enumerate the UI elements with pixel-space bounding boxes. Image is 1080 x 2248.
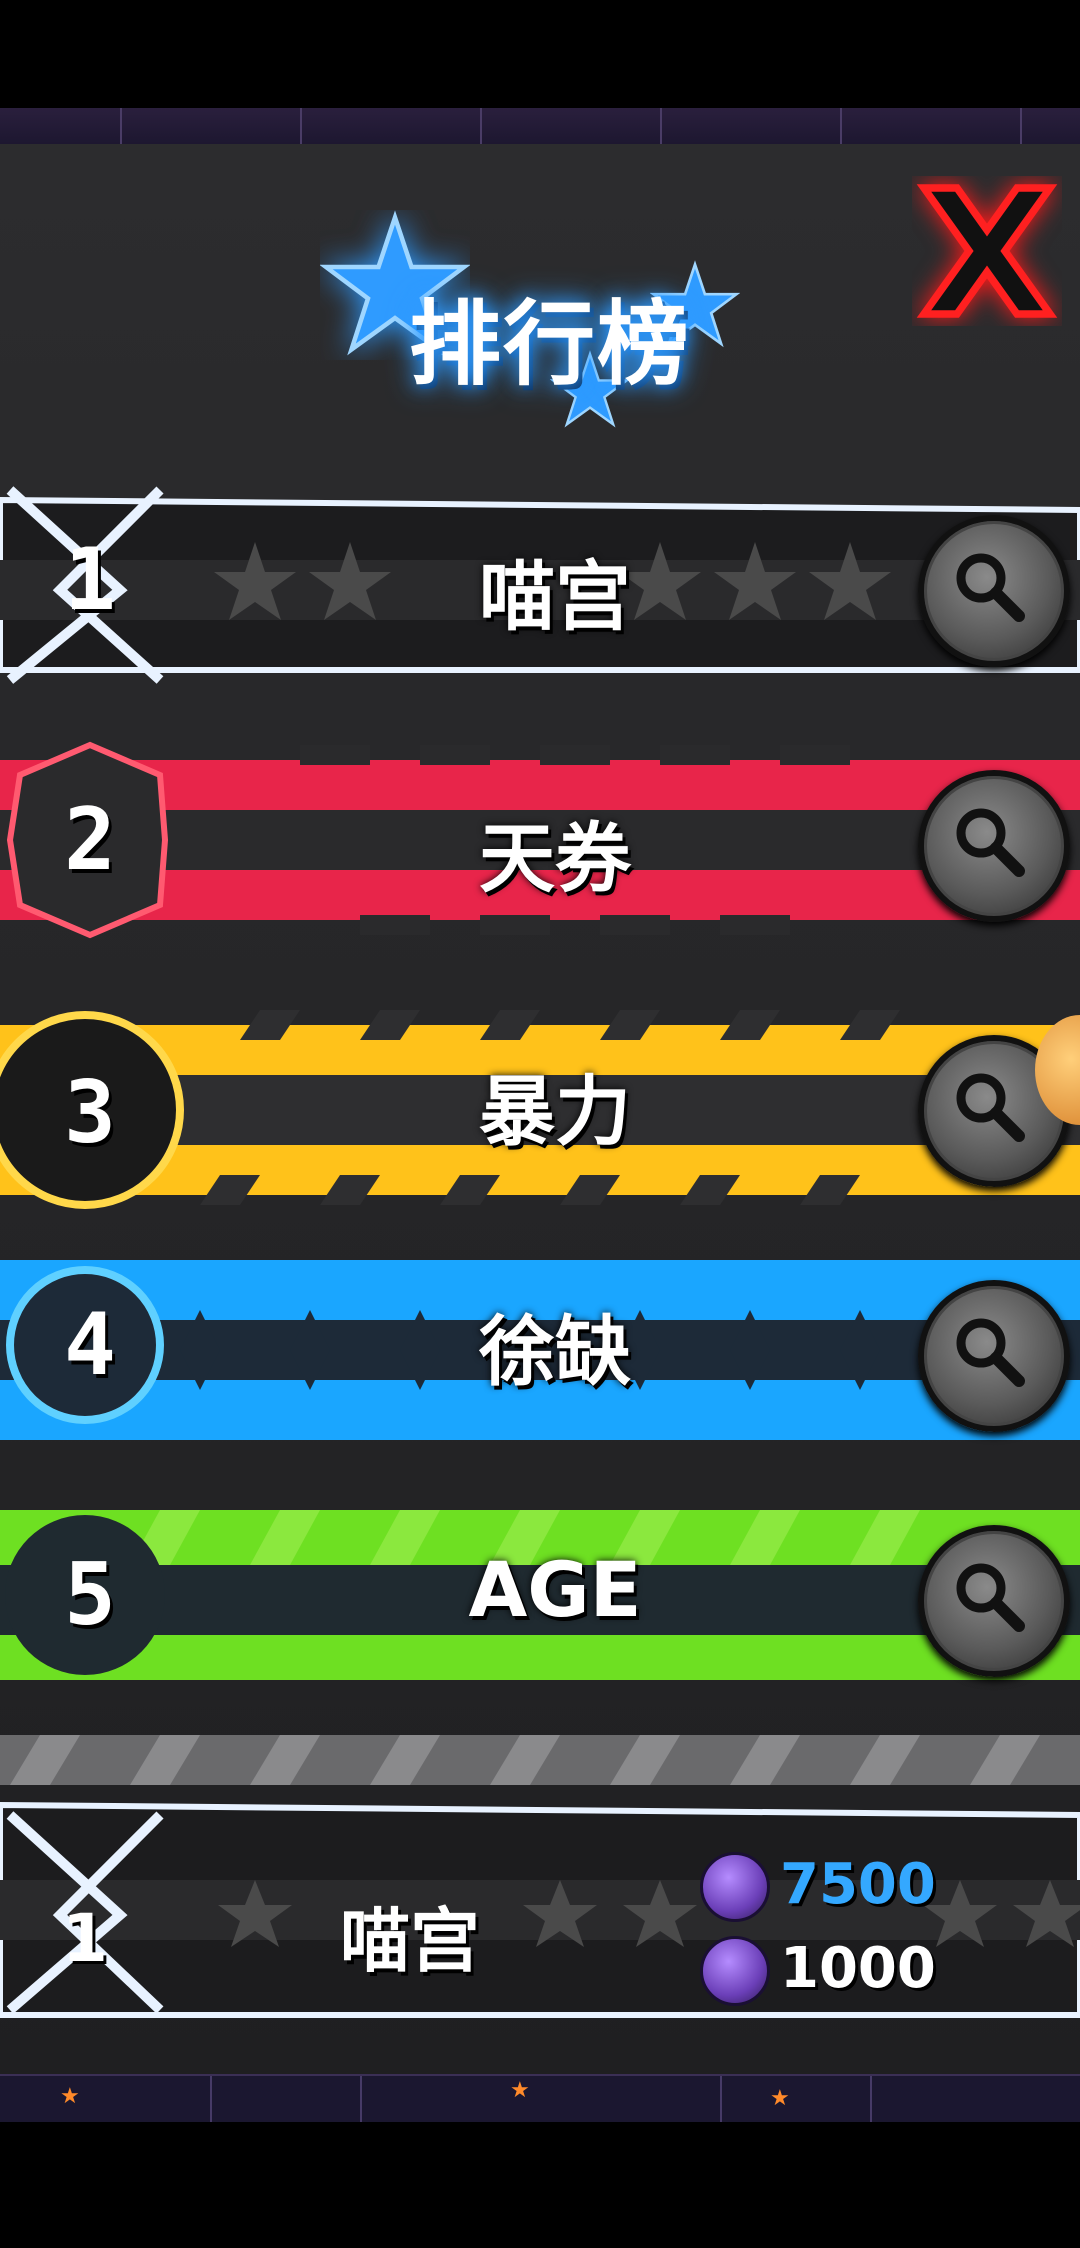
leaderboard-screen: 排行榜 1 喵宫 2 天券 3 暴力 4 徐缺 5 AGE 1 喵宫 7500 … bbox=[0, 0, 1080, 2248]
rank-number: 2 bbox=[64, 790, 116, 890]
score-secondary: 1000 bbox=[780, 1936, 936, 2001]
my-rank: 1 bbox=[62, 1900, 108, 1977]
my-name: 喵宫 bbox=[340, 1900, 480, 1982]
player-name: AGE bbox=[468, 1545, 642, 1634]
magnifier-icon bbox=[956, 1318, 1025, 1387]
score-primary: 7500 bbox=[780, 1852, 936, 1917]
sparkle-icon: ★ bbox=[510, 2078, 530, 2103]
view-player-button[interactable] bbox=[918, 515, 1070, 667]
rank-number: 5 bbox=[64, 1545, 116, 1645]
magnifier-icon bbox=[956, 1563, 1025, 1632]
leaderboard-row[interactable]: 4 徐缺 bbox=[0, 1240, 1080, 1460]
player-name: 喵宫 bbox=[479, 552, 631, 641]
close-x-icon bbox=[916, 184, 1058, 318]
view-player-button[interactable] bbox=[918, 1525, 1070, 1677]
sparkle-icon: ★ bbox=[770, 2086, 790, 2111]
rank-number: 1 bbox=[64, 530, 116, 630]
close-button[interactable] bbox=[912, 176, 1062, 326]
leaderboard-row[interactable]: 5 AGE bbox=[0, 1480, 1080, 1710]
bottom-frame-strip: ★ ★ ★ bbox=[0, 2074, 1080, 2122]
title-area: 排行榜 bbox=[320, 210, 760, 430]
top-frame-strip bbox=[0, 108, 1080, 146]
leaderboard-row[interactable]: 2 天券 bbox=[0, 735, 1080, 945]
sparkle-icon: ★ bbox=[60, 2084, 80, 2109]
magnifier-icon bbox=[956, 808, 1025, 877]
magnifier-icon bbox=[956, 553, 1025, 622]
view-player-button[interactable] bbox=[918, 1280, 1070, 1432]
skull-coin-icon bbox=[700, 1852, 770, 1922]
player-name: 暴力 bbox=[479, 1067, 631, 1156]
leaderboard-row[interactable]: 1 喵宫 bbox=[0, 470, 1080, 700]
leaderboard-row[interactable]: 3 暴力 bbox=[0, 995, 1080, 1225]
page-title: 排行榜 bbox=[408, 291, 691, 398]
view-player-button[interactable] bbox=[918, 770, 1070, 922]
player-name: 徐缺 bbox=[479, 1307, 631, 1396]
player-name: 天券 bbox=[479, 814, 631, 903]
rank-number: 4 bbox=[64, 1295, 116, 1395]
magnifier-icon bbox=[956, 1073, 1025, 1142]
rank-number: 3 bbox=[64, 1063, 116, 1163]
divider-stripe bbox=[0, 1735, 1080, 1785]
gem-coin-icon bbox=[700, 1936, 770, 2006]
